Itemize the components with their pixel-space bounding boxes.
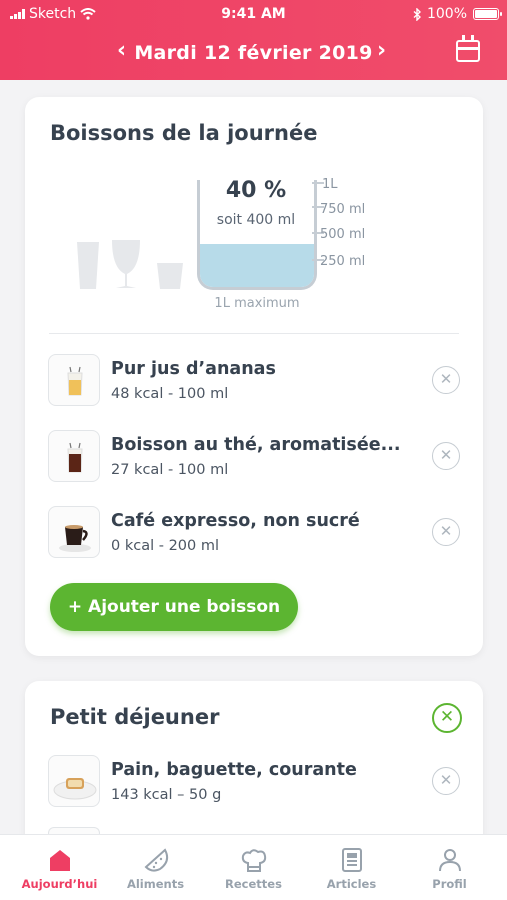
- tea-drink-image: [48, 430, 100, 482]
- home-icon: [49, 850, 70, 871]
- date-navigator: ‹ Mardi 12 février 2019 ›: [0, 35, 507, 72]
- status-right: 100%: [413, 6, 502, 22]
- item-name: Café expresso, non sucré: [111, 511, 360, 531]
- status-bar: Sketch 9:41 AM 100%: [0, 0, 507, 28]
- close-icon[interactable]: ✕: [432, 366, 460, 394]
- tab-label: Profil: [432, 877, 467, 891]
- tab-label: Aliments: [126, 877, 185, 891]
- water-percent: 40 %: [225, 178, 287, 203]
- battery-level: [475, 10, 497, 18]
- watermelon-icon: [144, 848, 168, 872]
- item-details: 27 kcal - 100 ml: [111, 462, 229, 478]
- calendar-icon[interactable]: [456, 35, 480, 62]
- list-item[interactable]: Boisson au thé, aromatisée... 27 kcal - …: [48, 430, 468, 486]
- tab-label: Recettes: [225, 877, 282, 891]
- bluetooth-icon: [413, 7, 421, 21]
- current-date: Mardi 12 février 2019: [134, 42, 373, 64]
- battery-icon: [473, 8, 502, 20]
- scale-label: 500 ml: [320, 227, 366, 242]
- breakfast-title: Petit déjeuner: [50, 705, 220, 729]
- tab-label: Aujourd’hui: [21, 877, 98, 891]
- water-level: [200, 244, 314, 287]
- close-icon[interactable]: ✕: [432, 442, 460, 470]
- glass-sizes-icon[interactable]: [50, 140, 200, 300]
- list-item[interactable]: Pain, baguette, courante 143 kcal – 50 g…: [48, 755, 468, 811]
- item-details: 48 kcal - 100 ml: [111, 386, 229, 402]
- article-icon: [341, 848, 362, 872]
- item-details: 0 kcal - 200 ml: [111, 538, 220, 554]
- water-volume: soit 400 ml: [216, 212, 296, 228]
- item-name: Pur jus d’ananas: [111, 359, 276, 379]
- tab-articles[interactable]: Articles: [301, 835, 402, 900]
- scale-label: 750 ml: [320, 202, 366, 217]
- item-name: Boisson au thé, aromatisée...: [111, 435, 401, 455]
- item-name: Pain, baguette, courante: [111, 760, 357, 780]
- close-icon[interactable]: ✕: [432, 767, 460, 795]
- app-header: Sketch 9:41 AM 100% ‹ Mardi 12 février 2…: [0, 0, 507, 80]
- tab-today[interactable]: Aujourd’hui: [9, 835, 110, 900]
- scale-label: 250 ml: [320, 254, 366, 269]
- item-details: 143 kcal – 50 g: [111, 787, 222, 803]
- scale-label: 1L: [322, 177, 338, 192]
- tab-bar: Aujourd’hui Aliments Recettes Articles P…: [0, 834, 507, 900]
- espresso-image: [48, 506, 100, 558]
- list-item[interactable]: Pur jus d’ananas 48 kcal - 100 ml ✕: [48, 354, 468, 410]
- chef-hat-icon: [241, 849, 266, 872]
- baguette-image: [48, 755, 100, 807]
- divider: [49, 333, 459, 334]
- close-icon[interactable]: ✕: [432, 703, 462, 733]
- tab-aliments[interactable]: Aliments: [105, 835, 206, 900]
- person-icon: [438, 849, 461, 872]
- chevron-right-icon[interactable]: ›: [377, 38, 386, 63]
- battery-percent: 100%: [426, 6, 467, 22]
- close-icon[interactable]: ✕: [432, 518, 460, 546]
- tab-recettes[interactable]: Recettes: [203, 835, 304, 900]
- list-item[interactable]: Café expresso, non sucré 0 kcal - 200 ml…: [48, 506, 468, 562]
- pineapple-juice-image: [48, 354, 100, 406]
- max-label: 1L maximum: [214, 296, 300, 311]
- tab-label: Articles: [326, 877, 377, 891]
- tab-profil[interactable]: Profil: [399, 835, 500, 900]
- add-drink-button[interactable]: + Ajouter une boisson: [50, 583, 298, 631]
